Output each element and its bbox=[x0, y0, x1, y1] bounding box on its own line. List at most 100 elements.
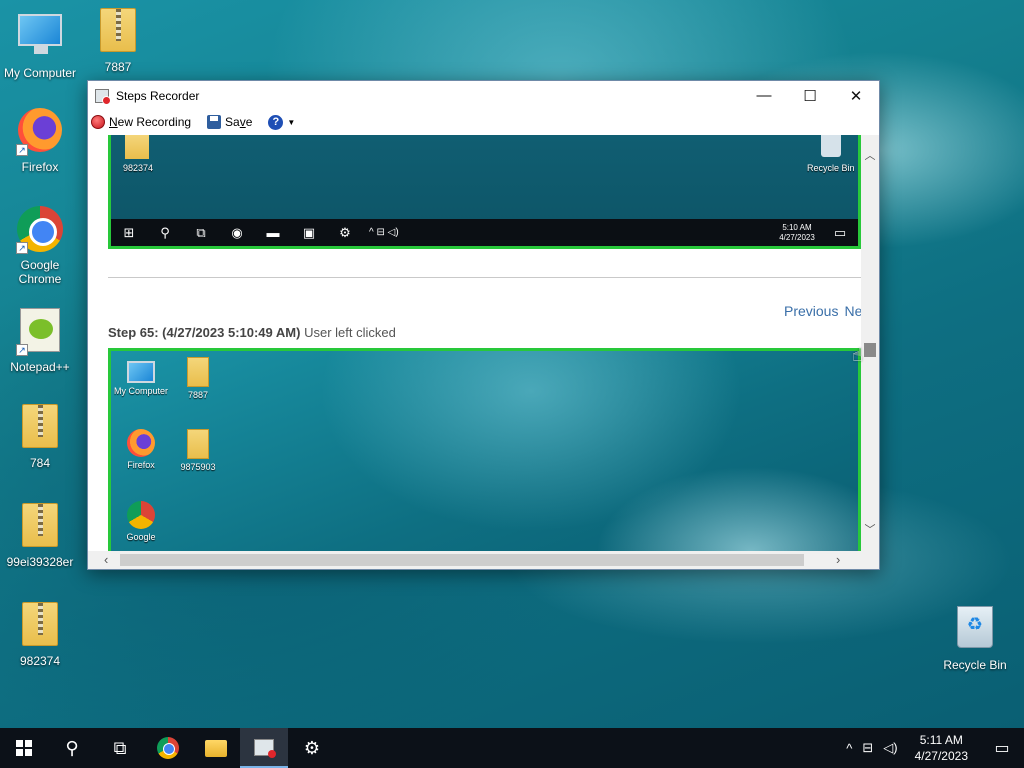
taskbar-settings[interactable]: ⚙ bbox=[288, 728, 336, 768]
computer-icon bbox=[127, 361, 155, 383]
title-bar[interactable]: Steps Recorder — ☐ ✕ bbox=[88, 81, 879, 110]
step-screenshot-previous: 982374 Recycle Bin ⊞ ⚲ ⧉ ◉ ▬ ▣ ⚙ ^ ⊟ ◁) … bbox=[108, 135, 861, 249]
search-icon: ⚲ bbox=[160, 224, 170, 240]
scrollbar-corner bbox=[861, 551, 879, 569]
scroll-up-icon[interactable]: ︿ bbox=[861, 147, 879, 163]
record-icon bbox=[91, 115, 105, 129]
zip-folder-icon bbox=[125, 135, 149, 159]
screenshot-desktop-icon: Google bbox=[111, 501, 171, 542]
desktop-icon-label: Firefox bbox=[21, 160, 59, 174]
shortcut-arrow-icon: ↗ bbox=[16, 344, 28, 356]
taskbar: ⚲ ⧉ ⚙ ^ ⊟ ◁) 5:11 AM 4/27/2023 ▭ bbox=[0, 728, 1024, 768]
next-link[interactable]: Next bbox=[844, 303, 861, 319]
desktop-icon-recycle-bin[interactable]: Recycle Bin bbox=[935, 602, 1015, 672]
screenshot-desktop-icon: 7887 bbox=[168, 357, 228, 400]
show-hidden-icons-chevron-icon[interactable]: ^ bbox=[841, 741, 857, 756]
vertical-scroll-thumb[interactable] bbox=[864, 343, 876, 357]
windows-logo-icon bbox=[16, 740, 32, 756]
steps-recorder-window: Steps Recorder — ☐ ✕ New Recording Save … bbox=[87, 80, 880, 570]
desktop-icon-label: Recycle Bin bbox=[943, 658, 1007, 672]
new-recording-button[interactable]: New Recording bbox=[91, 115, 191, 129]
zip-folder-icon bbox=[16, 404, 64, 452]
scroll-down-icon[interactable]: ﹀ bbox=[861, 521, 879, 537]
task-view-icon: ⧉ bbox=[196, 224, 206, 240]
firefox-icon: ↗ bbox=[16, 108, 64, 156]
taskbar-steps-recorder[interactable] bbox=[240, 728, 288, 768]
file-explorer-icon bbox=[205, 739, 227, 757]
action-center-icon[interactable]: ▭ bbox=[980, 738, 1024, 758]
zip-folder-icon bbox=[187, 429, 209, 459]
step-description: Step 65: (4/27/2023 5:10:49 AM) User lef… bbox=[108, 325, 396, 340]
desktop-icon-784[interactable]: 784 bbox=[0, 404, 80, 470]
desktop-icon-my-computer[interactable]: My Computer bbox=[0, 8, 80, 80]
search-button[interactable]: ⚲ bbox=[48, 728, 96, 768]
scroll-right-icon[interactable]: › bbox=[836, 551, 840, 569]
window-title: Steps Recorder bbox=[116, 88, 200, 103]
screenshot-desktop-icon: 9875903 bbox=[168, 429, 228, 472]
screenshot-desktop-icon: Firefox bbox=[111, 429, 171, 470]
previous-link[interactable]: Previous bbox=[784, 303, 838, 319]
system-tray: ^ ⊟ ◁) 5:11 AM 4/27/2023 ▭ bbox=[841, 728, 1024, 768]
step-action: User left clicked bbox=[304, 325, 396, 340]
desktop-icon-label: 7887 bbox=[104, 60, 132, 74]
task-view-button[interactable]: ⧉ bbox=[96, 728, 144, 768]
chrome-icon: ◉ bbox=[231, 224, 243, 240]
task-view-icon: ⧉ bbox=[113, 737, 127, 758]
save-button[interactable]: Save bbox=[207, 115, 252, 129]
screenshot-icon-label: Recycle Bin bbox=[807, 163, 855, 173]
shortcut-arrow-icon: ↗ bbox=[16, 144, 28, 156]
close-button[interactable]: ✕ bbox=[833, 81, 879, 110]
toolbar: New Recording Save ? ▼ bbox=[88, 110, 879, 134]
desktop-icon-99ei39328er[interactable]: 99ei39328er bbox=[0, 503, 80, 569]
desktop-icon-label: My Computer bbox=[3, 66, 77, 80]
chrome-icon: ↗ bbox=[16, 206, 64, 254]
taskbar-clock[interactable]: 5:11 AM 4/27/2023 bbox=[903, 732, 980, 764]
file-explorer-icon: ▬ bbox=[266, 225, 280, 240]
step-header: Step 65: (4/27/2023 5:10:49 AM) bbox=[108, 325, 301, 340]
vertical-scrollbar[interactable]: ︿ ﹀ bbox=[861, 135, 879, 551]
desktop-icon-notepad-plus-plus[interactable]: ↗ Notepad++ bbox=[0, 306, 80, 374]
taskbar-file-explorer[interactable] bbox=[192, 728, 240, 768]
screenshot-icon-label: 982374 bbox=[123, 163, 154, 173]
floppy-disk-icon bbox=[207, 115, 222, 129]
system-tray-icons: ^ ⊟ ◁) bbox=[369, 227, 399, 238]
step-screenshot-current: My Computer 7887 Firefox 9875903 Google bbox=[108, 348, 861, 551]
step-divider bbox=[108, 277, 861, 278]
desktop-icon-label: Notepad++ bbox=[10, 360, 70, 374]
minimize-button[interactable]: — bbox=[741, 81, 787, 110]
chrome-icon bbox=[127, 501, 155, 529]
screenshot-clock: 5:10 AM 4/27/2023 bbox=[779, 222, 815, 242]
volume-icon[interactable]: ◁) bbox=[878, 740, 902, 756]
clock-time: 5:11 AM bbox=[919, 733, 963, 747]
help-dropdown-button[interactable]: ? ▼ bbox=[268, 114, 295, 130]
zip-folder-icon bbox=[94, 8, 142, 56]
desktop-icon-7887[interactable]: 7887 bbox=[78, 8, 158, 74]
shortcut-arrow-icon: ↗ bbox=[16, 242, 28, 254]
help-icon: ? bbox=[268, 114, 284, 130]
search-icon: ⚲ bbox=[65, 737, 79, 758]
chrome-icon bbox=[157, 737, 179, 759]
screenshot-taskbar: ⊞ ⚲ ⧉ ◉ ▬ ▣ ⚙ ^ ⊟ ◁) 5:10 AM 4/27/2023 ▭ bbox=[111, 219, 858, 246]
desktop-icon-label: 784 bbox=[29, 456, 51, 470]
taskbar-chrome[interactable] bbox=[144, 728, 192, 768]
firefox-icon bbox=[127, 429, 155, 457]
steps-recorder-icon bbox=[254, 738, 276, 758]
maximize-button[interactable]: ☐ bbox=[787, 81, 833, 110]
zip-folder-icon bbox=[16, 602, 64, 650]
horizontal-scrollbar[interactable]: ‹ › bbox=[88, 551, 861, 569]
desktop-icon-firefox[interactable]: ↗ Firefox bbox=[0, 106, 80, 174]
scroll-left-icon[interactable]: ‹ bbox=[104, 551, 108, 569]
network-icon[interactable]: ⊟ bbox=[857, 740, 878, 756]
recycle-bin-icon bbox=[821, 135, 841, 157]
windows-start-icon: ⊞ bbox=[123, 224, 135, 240]
desktop-icon-google-chrome[interactable]: ↗ Google Chrome bbox=[0, 205, 80, 286]
horizontal-scroll-thumb[interactable] bbox=[120, 554, 804, 566]
notepad-plus-plus-icon: ↗ bbox=[16, 308, 64, 356]
start-button[interactable] bbox=[0, 728, 48, 768]
desktop-icon-982374[interactable]: 982374 bbox=[0, 602, 80, 668]
recycle-bin-icon bbox=[951, 606, 999, 654]
steps-content-area[interactable]: 982374 Recycle Bin ⊞ ⚲ ⧉ ◉ ▬ ▣ ⚙ ^ ⊟ ◁) … bbox=[88, 135, 861, 551]
step-navigation: Previous Next bbox=[784, 303, 861, 319]
computer-icon bbox=[16, 14, 64, 62]
zip-folder-icon bbox=[187, 357, 209, 387]
